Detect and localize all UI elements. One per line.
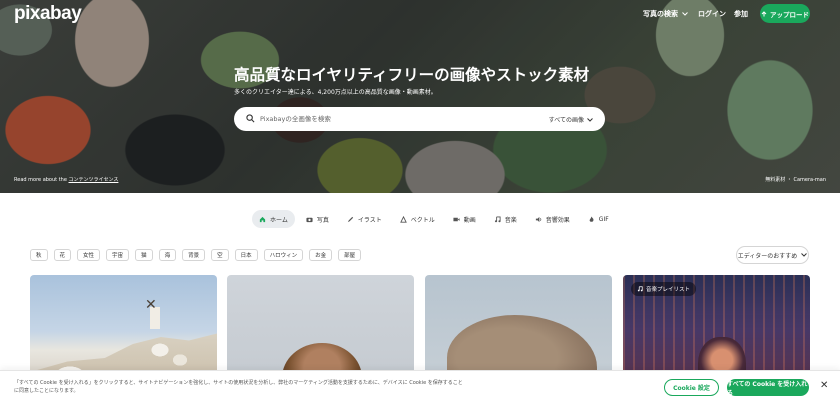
tab-label: GIF bbox=[598, 215, 609, 223]
tab-label: ホーム bbox=[270, 216, 288, 224]
tab-label: 写真 bbox=[316, 216, 329, 224]
join-link[interactable]: 参加 bbox=[734, 9, 748, 19]
search-type-dropdown[interactable]: すべての画像 bbox=[549, 115, 593, 124]
hero-banner: pixabay 写真の検索 ログイン 参加 アップロード 高品質なロイヤリティフ… bbox=[0, 0, 840, 193]
vector-icon bbox=[399, 215, 407, 223]
windmill-shape bbox=[145, 297, 160, 329]
pixabay-logo[interactable]: pixabay bbox=[14, 3, 82, 25]
tag-chip[interactable]: 部屋 bbox=[338, 249, 362, 261]
tab-music[interactable]: 音楽 bbox=[487, 210, 524, 228]
license-note-text: Read more about the bbox=[14, 177, 67, 183]
tab-illustrations[interactable]: イラスト bbox=[340, 210, 389, 228]
tab-label: イラスト bbox=[357, 216, 382, 224]
tag-chip[interactable]: 女性 bbox=[77, 249, 101, 261]
gif-icon bbox=[589, 215, 594, 222]
tag-chips: 秋 花 女性 宇宙 猫 海 背景 空 日本 ハロウィン お金 部屋 bbox=[30, 249, 362, 261]
hero-image-credit[interactable]: 無料素材 ・ Camera-man bbox=[765, 176, 826, 183]
upload-button-label: アップロード bbox=[770, 10, 809, 19]
search-icon bbox=[246, 114, 255, 123]
hero-subtitle: 多くのクリエイター達による、4,200万点以上の高品質な画像・動画素材。 bbox=[234, 89, 437, 96]
camera-icon bbox=[306, 217, 313, 222]
chevron-down-icon bbox=[682, 12, 688, 16]
tab-vectors[interactable]: ベクトル bbox=[393, 210, 442, 228]
sound-effects-icon bbox=[535, 216, 542, 222]
tag-chip[interactable]: 背景 bbox=[182, 249, 206, 261]
music-icon bbox=[494, 215, 501, 222]
tag-chip[interactable]: 空 bbox=[211, 249, 229, 261]
tag-chip[interactable]: ハロウィン bbox=[263, 249, 304, 261]
brush-icon bbox=[347, 216, 353, 222]
search-bar: すべての画像 bbox=[234, 107, 605, 131]
music-playlist-badge-label: 音楽プレイリスト bbox=[646, 287, 691, 293]
music-playlist-badge: 音楽プレイリスト bbox=[631, 282, 697, 296]
tag-chip[interactable]: 猫 bbox=[135, 249, 153, 261]
hero-title: 高品質なロイヤリティフリーの画像やストック素材 bbox=[234, 66, 590, 84]
tab-label: ベクトル bbox=[410, 216, 435, 224]
tab-videos[interactable]: 動画 bbox=[446, 210, 483, 228]
tag-chip[interactable]: 海 bbox=[158, 249, 177, 261]
sort-dropdown-label: エディターのおすすめ bbox=[737, 252, 798, 260]
cookie-banner: 「すべての Cookie を受け入れる」をクリックすると、サイトナビゲーションを… bbox=[0, 370, 840, 400]
tab-sound-effects[interactable]: 音響効果 bbox=[528, 210, 577, 228]
cookie-settings-button[interactable]: Cookie 設定 bbox=[664, 379, 719, 396]
tag-chip[interactable]: 宇宙 bbox=[106, 249, 130, 261]
search-type-label: すべての画像 bbox=[548, 117, 584, 124]
upload-icon bbox=[761, 10, 767, 16]
media-type-tabs: ホーム 写真 イラスト ベクトル 動画 音楽 音響効果 GIF bbox=[252, 210, 616, 228]
chevron-down-icon bbox=[587, 117, 593, 122]
music-icon bbox=[637, 286, 643, 292]
tag-chip[interactable]: 花 bbox=[53, 249, 72, 261]
license-link[interactable]: コンテンツライセンス bbox=[69, 177, 119, 183]
tab-photos[interactable]: 写真 bbox=[299, 210, 336, 228]
video-icon bbox=[453, 217, 460, 221]
sort-dropdown[interactable]: エディターのおすすめ bbox=[736, 246, 809, 264]
license-note: Read more about the コンテンツライセンス bbox=[14, 176, 118, 183]
tab-label: 動画 bbox=[463, 216, 476, 224]
tab-gif[interactable]: GIF bbox=[581, 210, 616, 228]
tag-chip[interactable]: お金 bbox=[309, 249, 333, 261]
chevron-down-icon bbox=[801, 253, 808, 257]
explore-menu-label: 写真の検索 bbox=[643, 10, 678, 18]
explore-menu[interactable]: 写真の検索 bbox=[643, 9, 688, 19]
tag-chip[interactable]: 日本 bbox=[234, 249, 258, 261]
tag-chip[interactable]: 秋 bbox=[30, 249, 48, 261]
tab-label: 音響効果 bbox=[545, 216, 570, 224]
search-input[interactable] bbox=[260, 112, 520, 126]
cookie-consent-text: 「すべての Cookie を受け入れる」をクリックすると、サイトナビゲーションを… bbox=[14, 380, 463, 394]
close-icon[interactable]: ✕ bbox=[820, 381, 828, 391]
login-link[interactable]: ログイン bbox=[698, 9, 726, 19]
accept-all-cookies-button[interactable]: すべての Cookie を受け入れる bbox=[727, 379, 809, 397]
tab-label: 音楽 bbox=[504, 216, 517, 224]
tab-home[interactable]: ホーム bbox=[252, 210, 295, 228]
home-icon bbox=[259, 216, 266, 222]
top-navigation: pixabay 写真の検索 ログイン 参加 アップロード bbox=[0, 0, 840, 30]
upload-button[interactable]: アップロード bbox=[760, 4, 810, 23]
